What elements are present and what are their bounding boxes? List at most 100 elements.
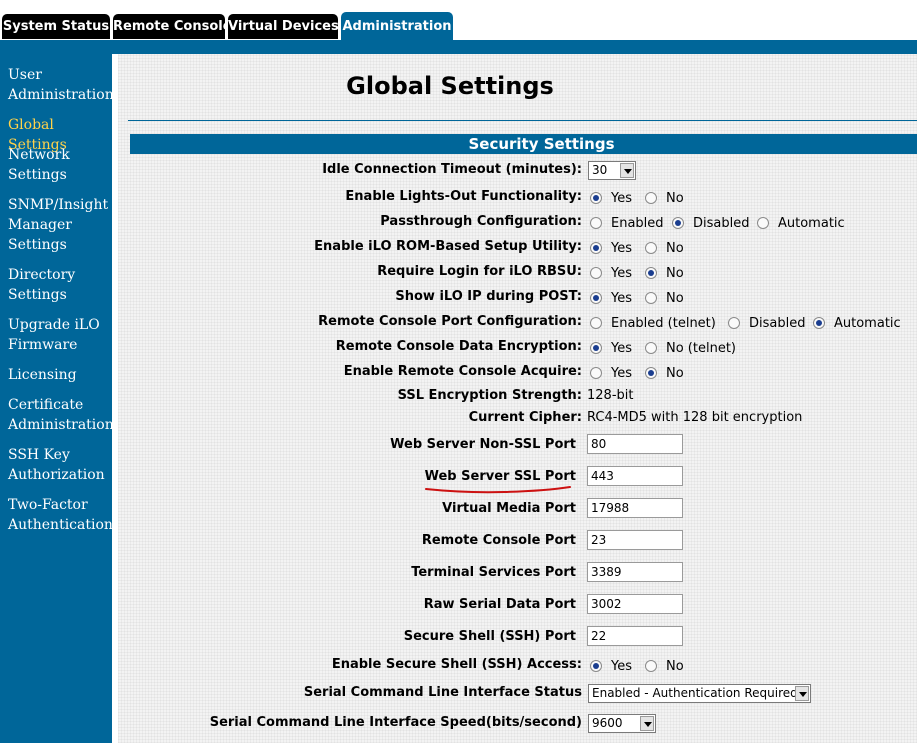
rc-port-config-label: Remote Console Port Configuration: bbox=[318, 314, 582, 329]
sidebar-item-label: SSH Key bbox=[8, 447, 70, 463]
cli-speed-label: Serial Command Line Interface Speed(bits… bbox=[209, 715, 582, 730]
web-ssl-port-input[interactable] bbox=[587, 466, 683, 486]
sidebar-item-label: Administration bbox=[8, 417, 114, 433]
web-nonssl-port-input[interactable] bbox=[587, 434, 683, 454]
require-login-no-radio[interactable] bbox=[645, 267, 657, 279]
rc-port-disabled-radio[interactable] bbox=[728, 317, 740, 329]
chevron-down-icon bbox=[640, 716, 654, 731]
sidebar-item-label: User bbox=[8, 67, 42, 83]
cli-status-value: Enabled - Authentication Required bbox=[592, 686, 798, 700]
sidebar-item-network-settings[interactable]: Network Settings bbox=[8, 145, 108, 185]
ts-port-label: Terminal Services Port bbox=[411, 565, 576, 580]
sidebar-item-upgrade-firmware[interactable]: Upgrade iLO Firmware bbox=[8, 315, 108, 355]
ssh-port-label: Secure Shell (SSH) Port bbox=[403, 629, 576, 644]
rc-port-enabled-label: Enabled (telnet) bbox=[611, 316, 716, 331]
rc-acquire-label: Enable Remote Console Acquire: bbox=[343, 364, 582, 379]
rc-port-automatic-label: Automatic bbox=[834, 316, 901, 331]
idle-timeout-value: 30 bbox=[592, 163, 608, 177]
ssh-port-input[interactable] bbox=[587, 626, 683, 646]
lights-out-yes-label: Yes bbox=[611, 191, 632, 206]
require-login-yes-radio[interactable] bbox=[590, 267, 602, 279]
tab-system-status[interactable]: System Status bbox=[2, 14, 110, 39]
rc-port-input[interactable] bbox=[587, 530, 683, 550]
rc-port-label: Remote Console Port bbox=[421, 533, 576, 548]
passthrough-label: Passthrough Configuration: bbox=[380, 214, 582, 229]
ssh-access-no-label: No bbox=[666, 659, 684, 674]
sidebar-item-label: Settings bbox=[8, 167, 67, 183]
sidebar-item-two-factor-authentication[interactable]: Two-Factor Authentication bbox=[8, 495, 113, 535]
ssl-strength-value: 128-bit bbox=[587, 388, 634, 403]
rc-encryption-yes-radio[interactable] bbox=[590, 342, 602, 354]
sidebar-item-label: SNMP/Insight bbox=[8, 197, 109, 213]
sidebar-item-label: Directory bbox=[8, 267, 76, 283]
sidebar-item-user-administration[interactable]: User Administration bbox=[8, 65, 114, 105]
passthrough-enabled-label: Enabled bbox=[611, 216, 664, 231]
sidebar-item-label: Settings bbox=[8, 237, 67, 253]
virtual-media-port-input[interactable] bbox=[587, 498, 683, 518]
sidebar-item-label: Licensing bbox=[8, 367, 77, 383]
lights-out-no-label: No bbox=[666, 191, 684, 206]
lights-out-no-radio[interactable] bbox=[645, 192, 657, 204]
web-nonssl-port-label: Web Server Non-SSL Port bbox=[390, 437, 576, 452]
cli-speed-select[interactable]: 9600 bbox=[588, 714, 656, 733]
idle-timeout-label: Idle Connection Timeout (minutes): bbox=[322, 162, 582, 177]
rc-acquire-yes-radio[interactable] bbox=[590, 367, 602, 379]
rbsu-yes-radio[interactable] bbox=[590, 242, 602, 254]
rc-acquire-no-radio[interactable] bbox=[645, 367, 657, 379]
rbsu-yes-label: Yes bbox=[611, 241, 632, 256]
ssh-access-label: Enable Secure Shell (SSH) Access: bbox=[331, 657, 582, 672]
rc-acquire-yes-label: Yes bbox=[611, 366, 632, 381]
cipher-label: Current Cipher: bbox=[468, 410, 582, 425]
passthrough-enabled-radio[interactable] bbox=[590, 217, 602, 229]
settings-label-column: Idle Connection Timeout (minutes): Enabl… bbox=[118, 0, 582, 743]
idle-timeout-select[interactable]: 30 bbox=[588, 161, 636, 180]
rbsu-no-radio[interactable] bbox=[645, 242, 657, 254]
rc-port-disabled-label: Disabled bbox=[749, 316, 806, 331]
passthrough-disabled-radio[interactable] bbox=[672, 217, 684, 229]
ssh-access-no-radio[interactable] bbox=[645, 660, 657, 672]
require-login-yes-label: Yes bbox=[611, 266, 632, 281]
sidebar-item-label: Authorization bbox=[8, 467, 105, 483]
show-ip-yes-radio[interactable] bbox=[590, 292, 602, 304]
rc-encryption-no-label: No (telnet) bbox=[666, 341, 736, 356]
lights-out-yes-radio[interactable] bbox=[590, 192, 602, 204]
sidebar-item-directory-settings[interactable]: Directory Settings bbox=[8, 265, 108, 305]
sidebar-item-certificate-administration[interactable]: Certificate Administration bbox=[8, 395, 114, 435]
sidebar-item-label: Manager bbox=[8, 217, 72, 233]
rc-encryption-yes-label: Yes bbox=[611, 341, 632, 356]
ts-port-input[interactable] bbox=[587, 562, 683, 582]
cli-status-label: Serial Command Line Interface Status bbox=[303, 685, 582, 700]
sidebar-item-label: Certificate bbox=[8, 397, 84, 413]
rc-port-automatic-radio[interactable] bbox=[813, 317, 825, 329]
sidebar-item-snmp-insight-manager[interactable]: SNMP/Insight Manager Settings bbox=[8, 195, 108, 255]
ssh-access-yes-label: Yes bbox=[611, 659, 632, 674]
sidebar-item-ssh-key-authorization[interactable]: SSH Key Authorization bbox=[8, 445, 108, 485]
rc-acquire-no-label: No bbox=[666, 366, 684, 381]
raw-serial-port-input[interactable] bbox=[587, 594, 683, 614]
rbsu-label: Enable iLO ROM-Based Setup Utility: bbox=[314, 239, 582, 254]
sidebar-item-label: Authentication bbox=[8, 517, 113, 533]
sidebar-item-label: Settings bbox=[8, 287, 67, 303]
passthrough-automatic-radio[interactable] bbox=[757, 217, 769, 229]
chevron-down-icon bbox=[795, 686, 809, 701]
rc-encryption-no-radio[interactable] bbox=[645, 342, 657, 354]
lights-out-label: Enable Lights-Out Functionality: bbox=[345, 189, 582, 204]
passthrough-disabled-label: Disabled bbox=[693, 216, 750, 231]
require-login-label: Require Login for iLO RBSU: bbox=[377, 264, 582, 279]
show-ip-label: Show iLO IP during POST: bbox=[395, 289, 582, 304]
ssh-access-yes-radio[interactable] bbox=[590, 660, 602, 672]
cli-status-select[interactable]: Enabled - Authentication Required bbox=[588, 684, 811, 703]
show-ip-no-label: No bbox=[666, 291, 684, 306]
cipher-value: RC4-MD5 with 128 bit encryption bbox=[587, 410, 803, 425]
ssl-strength-label: SSL Encryption Strength: bbox=[397, 388, 582, 403]
chevron-down-icon bbox=[620, 163, 634, 178]
sidebar-item-label: Firmware bbox=[8, 337, 78, 353]
red-underline-annotation bbox=[425, 486, 571, 494]
sidebar-item-label: Upgrade iLO bbox=[8, 317, 100, 333]
rbsu-no-label: No bbox=[666, 241, 684, 256]
sidebar-item-licensing[interactable]: Licensing bbox=[8, 365, 108, 385]
raw-serial-port-label: Raw Serial Data Port bbox=[423, 597, 576, 612]
show-ip-no-radio[interactable] bbox=[645, 292, 657, 304]
rc-port-enabled-radio[interactable] bbox=[590, 317, 602, 329]
require-login-no-label: No bbox=[666, 266, 684, 281]
